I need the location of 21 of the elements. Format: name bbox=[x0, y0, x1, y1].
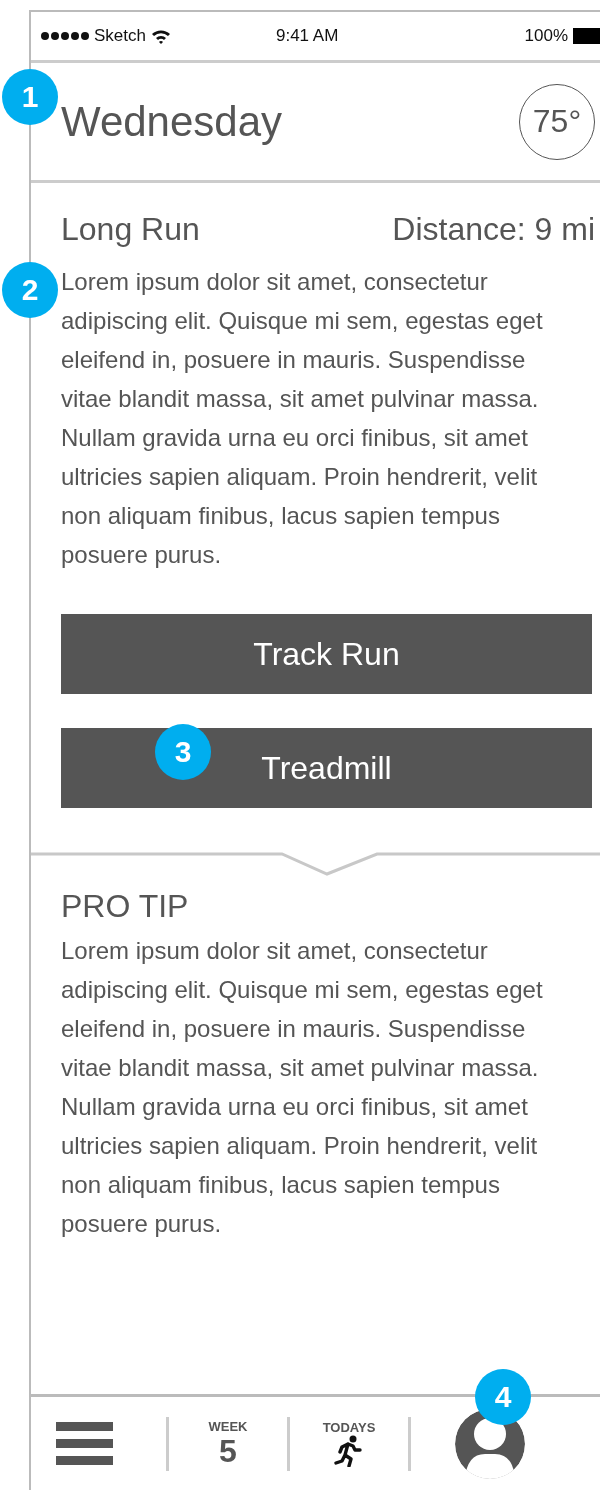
workout-distance: Distance: 9 mi bbox=[392, 211, 595, 248]
annotation-badge: 1 bbox=[2, 69, 58, 125]
day-title: Wednesday bbox=[61, 97, 283, 146]
annotation-badge: 2 bbox=[2, 262, 58, 318]
battery-icon bbox=[573, 28, 600, 44]
week-label: WEEK bbox=[208, 1419, 248, 1434]
workout-description: Lorem ipsum dolor sit amet, consectetur adipiscing elit. Quisque mi sem, egestas eget eleifend in, posuere in mauris. Suspendisse vitae blandit massa, sit amet pulvinar massa. Nullam gravida urna eu orci finibus, sit amet ultricies sapien aliquam. Proin hendrerit, velit non aliquam finibus, lacus sapien tempus posuere purus. bbox=[61, 267, 544, 570]
tip-text: Lorem ipsum dolor sit amet, consectetur adipiscing elit. Quisque mi sem, egestas eget eleifend in, posuere in mauris. Suspendisse vitae blandit massa, sit amet pulvinar massa. Nullam gravida urna eu orci finibus, sit amet ultricies sapien aliquam. Proin hendrerit, velit non aliquam finibus, lacus sapien tempus posuere purus. bbox=[61, 936, 544, 1239]
annotation-badge: 4 bbox=[475, 1369, 531, 1425]
runner-icon[interactable] bbox=[334, 1435, 364, 1467]
workout-button[interactable]: Track Run bbox=[61, 614, 592, 694]
week-number: 5 bbox=[219, 1434, 237, 1468]
signal-icon bbox=[41, 32, 89, 40]
battery-level: 100% bbox=[524, 26, 568, 46]
carrier-name: Sketch bbox=[94, 26, 146, 46]
menu-icon[interactable] bbox=[56, 1421, 113, 1466]
wifi-icon bbox=[151, 28, 171, 44]
workout-title: Long Run bbox=[61, 211, 200, 248]
todays-label: TODAYS bbox=[322, 1420, 376, 1435]
status-time: 9:41 AM bbox=[276, 26, 339, 46]
tip-title: PRO TIP bbox=[61, 888, 190, 925]
